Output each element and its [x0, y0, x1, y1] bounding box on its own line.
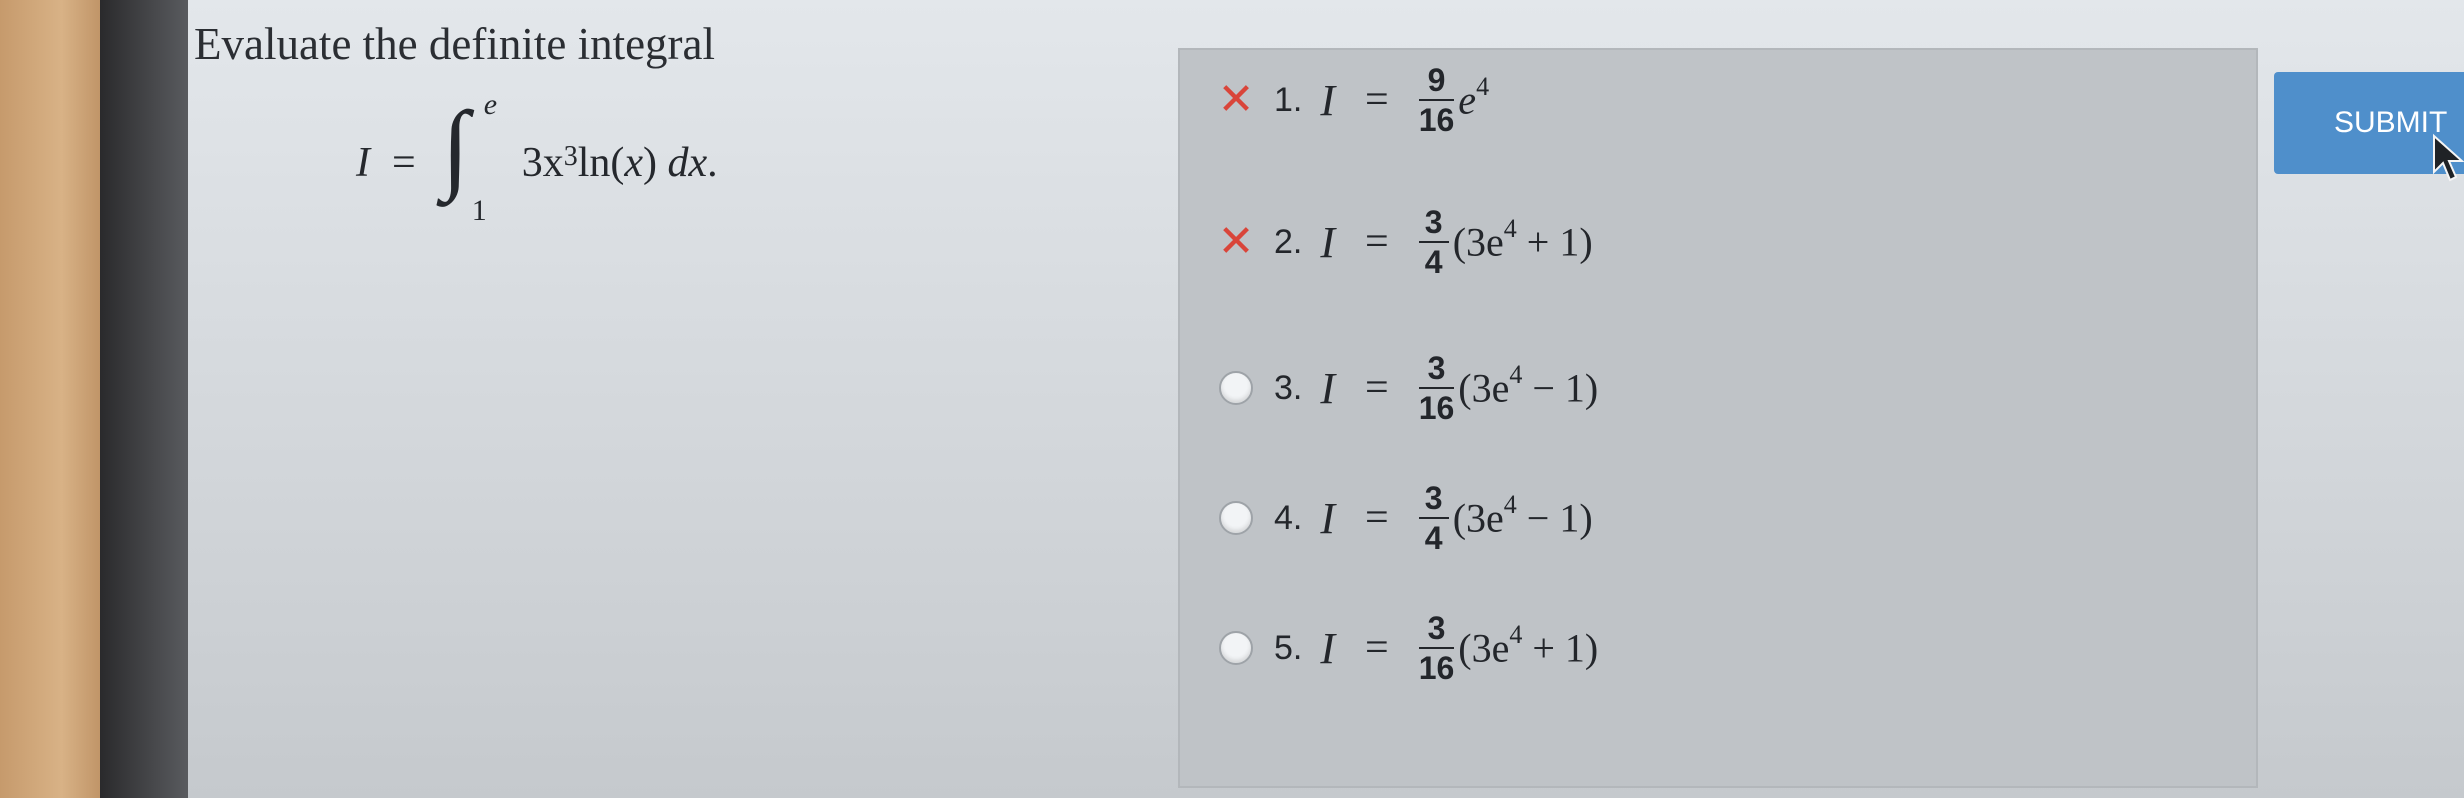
- option-fraction: 3 16: [1418, 349, 1455, 427]
- radio-button-icon[interactable]: [1216, 368, 1256, 408]
- option-equals: =: [1365, 625, 1389, 671]
- expression-tail: − 1): [1516, 495, 1593, 541]
- differential: dx: [667, 140, 708, 186]
- formula-period: .: [707, 140, 718, 186]
- integral-sign: ∫ e 1: [441, 88, 498, 227]
- fraction-numerator: 3: [1424, 204, 1443, 240]
- screen: Evaluate the definite integral I = ∫ e 1…: [188, 0, 2464, 798]
- log-function: ln(: [577, 140, 625, 186]
- expression-base: (3e: [1458, 625, 1510, 671]
- integrand: 3x: [521, 140, 564, 186]
- option-lhs: I: [1320, 75, 1336, 125]
- option-lhs: I: [1320, 363, 1336, 413]
- mouse-cursor-icon: [2433, 133, 2464, 182]
- answer-option-4[interactable]: 4. I = 3 4 (3e4 − 1): [1216, 468, 1593, 568]
- answer-choices-panel: ✕ 1. I = 9 16 e4 ✕ 2. I = 3 4 (3e4 + 1): [1178, 48, 2258, 788]
- lower-limit: 1: [471, 194, 487, 227]
- answer-option-3[interactable]: 3. I = 3 16 (3e4 − 1): [1216, 338, 1598, 438]
- expression-tail: + 1): [1522, 625, 1599, 671]
- answer-option-5[interactable]: 5. I = 3 16 (3e4 + 1): [1216, 598, 1598, 698]
- expression-exponent: 4: [1503, 214, 1517, 244]
- option-number: 5.: [1274, 628, 1303, 667]
- fraction-denominator: 16: [1418, 102, 1455, 138]
- option-expression: (3e4 + 1): [1452, 214, 1593, 265]
- option-equals: =: [1365, 495, 1389, 541]
- option-expression: (3e4 − 1): [1458, 360, 1599, 411]
- expression-exponent: 4: [1503, 490, 1517, 520]
- x-mark-icon: ✕: [1217, 74, 1255, 125]
- option-number: 3.: [1274, 368, 1303, 407]
- expression-tail: − 1): [1522, 365, 1599, 411]
- option-number: 4.: [1274, 498, 1303, 537]
- fraction-numerator: 3: [1424, 480, 1443, 516]
- option-expression: (3e4 + 1): [1458, 620, 1599, 671]
- expression-base: e: [1458, 77, 1477, 123]
- formula-lhs: I: [356, 140, 370, 186]
- option-lhs: I: [1320, 217, 1336, 267]
- fraction-denominator: 16: [1418, 650, 1455, 686]
- fraction-numerator: 3: [1427, 350, 1446, 386]
- fraction-denominator: 16: [1418, 390, 1455, 426]
- expression-exponent: 4: [1476, 72, 1490, 102]
- radio-button-icon[interactable]: [1216, 628, 1256, 668]
- expression-base: (3e: [1452, 219, 1504, 265]
- integrand-exponent: 3: [563, 141, 578, 172]
- option-number: 1.: [1274, 80, 1303, 119]
- radio-button-icon[interactable]: [1216, 498, 1256, 538]
- option-equals: =: [1365, 365, 1389, 411]
- option-lhs: I: [1320, 623, 1336, 673]
- option-expression: (3e4 − 1): [1452, 490, 1593, 541]
- expression-tail: + 1): [1516, 219, 1593, 265]
- monitor-bezel: [100, 0, 192, 798]
- expression-exponent: 4: [1509, 360, 1523, 390]
- expression-base: (3e: [1452, 495, 1504, 541]
- question-prompt: Evaluate the definite integral: [194, 19, 716, 69]
- option-lhs: I: [1320, 493, 1336, 543]
- desk-background: [0, 0, 112, 798]
- option-fraction: 9 16: [1418, 61, 1455, 139]
- formula-equals: =: [392, 140, 416, 186]
- option-number: 2.: [1274, 222, 1303, 261]
- option-fraction: 3 4: [1418, 479, 1449, 557]
- log-variable: x: [624, 140, 643, 186]
- expression-exponent: 4: [1509, 620, 1523, 650]
- answer-option-1[interactable]: ✕ 1. I = 9 16 e4: [1216, 50, 1490, 150]
- option-equals: =: [1365, 219, 1389, 265]
- fraction-denominator: 4: [1424, 244, 1443, 280]
- fraction-numerator: 9: [1427, 62, 1446, 98]
- fraction-numerator: 3: [1427, 610, 1446, 646]
- x-mark-icon: ✕: [1217, 216, 1255, 267]
- option-equals: =: [1365, 77, 1389, 123]
- option-fraction: 3 16: [1418, 609, 1455, 687]
- option-expression: e4: [1458, 72, 1489, 123]
- upper-limit: e: [483, 88, 498, 121]
- integral-formula: I = ∫ e 1 3x 3 ln(x) dx.: [356, 88, 718, 238]
- option-fraction: 3 4: [1418, 203, 1449, 281]
- fraction-denominator: 4: [1424, 520, 1443, 556]
- log-close: ): [643, 140, 668, 186]
- answer-option-2[interactable]: ✕ 2. I = 3 4 (3e4 + 1): [1216, 192, 1593, 292]
- expression-base: (3e: [1458, 365, 1510, 411]
